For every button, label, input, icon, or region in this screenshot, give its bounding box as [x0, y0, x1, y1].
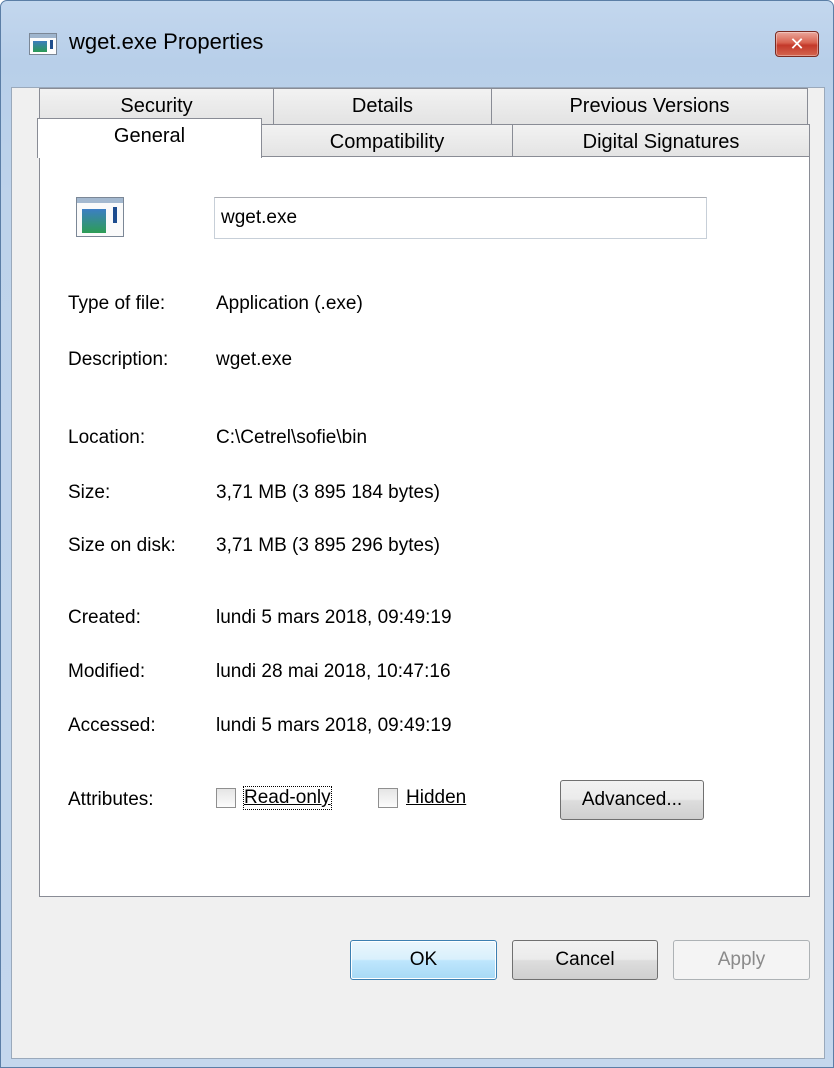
created-value: lundi 5 mars 2018, 09:49:19 — [216, 607, 452, 628]
size-value: 3,71 MB (3 895 184 bytes) — [216, 482, 440, 503]
hidden-checkbox[interactable]: Hidden — [378, 787, 466, 809]
tab-label: Compatibility — [329, 131, 445, 153]
ok-button[interactable]: OK — [350, 940, 497, 980]
description-value: wget.exe — [216, 349, 293, 370]
tab-label: Previous Versions — [569, 95, 730, 117]
tab-label: Digital Signatures — [582, 131, 740, 153]
hidden-label: Hidden — [406, 787, 467, 808]
accessed-value: lundi 5 mars 2018, 09:49:19 — [216, 715, 452, 736]
description-label: Description: — [68, 349, 169, 370]
title-bar[interactable]: wget.exe Properties ✕ — [1, 1, 833, 87]
tab-label: General — [113, 125, 186, 147]
apply-button[interactable]: Apply — [673, 940, 810, 980]
filename-input[interactable] — [214, 197, 707, 239]
separator — [68, 265, 702, 266]
application-icon — [29, 33, 57, 55]
cancel-button[interactable]: Cancel — [512, 940, 658, 980]
close-icon: ✕ — [789, 33, 805, 54]
tab-digital-signatures[interactable]: Digital Signatures — [512, 124, 810, 157]
dialog-client: Security Details Previous Versions Gener… — [11, 87, 825, 1059]
properties-window: wget.exe Properties ✕ Security Details P… — [0, 0, 834, 1068]
size-on-disk-value: 3,71 MB (3 895 296 bytes) — [216, 535, 440, 556]
created-label: Created: — [68, 607, 141, 628]
separator — [68, 396, 702, 397]
checkbox-box[interactable] — [378, 788, 398, 808]
close-button[interactable]: ✕ — [775, 31, 819, 57]
type-label: Type of file: — [68, 293, 166, 314]
attributes-label: Attributes: — [68, 789, 154, 810]
modified-value: lundi 28 mai 2018, 10:47:16 — [216, 661, 451, 682]
general-panel: Type of file: Application (.exe) Descrip… — [39, 156, 810, 897]
location-label: Location: — [68, 427, 146, 448]
size-on-disk-label: Size on disk: — [68, 535, 176, 556]
advanced-button[interactable]: Advanced... — [560, 780, 704, 820]
readonly-label: Read-only — [243, 786, 332, 810]
accessed-label: Accessed: — [68, 715, 156, 736]
separator — [68, 757, 702, 758]
type-value: Application (.exe) — [216, 293, 363, 314]
checkbox-box[interactable] — [216, 788, 236, 808]
tab-label: Details — [351, 95, 414, 117]
tab-details[interactable]: Details — [273, 88, 492, 124]
tab-label: Security — [120, 95, 193, 117]
tab-general[interactable]: General — [37, 118, 262, 158]
size-label: Size: — [68, 482, 111, 503]
tab-compatibility[interactable]: Compatibility — [261, 124, 513, 157]
location-value: C:\Cetrel\sofie\bin — [216, 427, 368, 448]
readonly-checkbox[interactable]: Read-only — [216, 786, 332, 810]
separator — [68, 577, 702, 578]
modified-label: Modified: — [68, 661, 146, 682]
application-icon — [76, 197, 124, 237]
tab-previous-versions[interactable]: Previous Versions — [491, 88, 808, 124]
window-title: wget.exe Properties — [69, 29, 264, 54]
